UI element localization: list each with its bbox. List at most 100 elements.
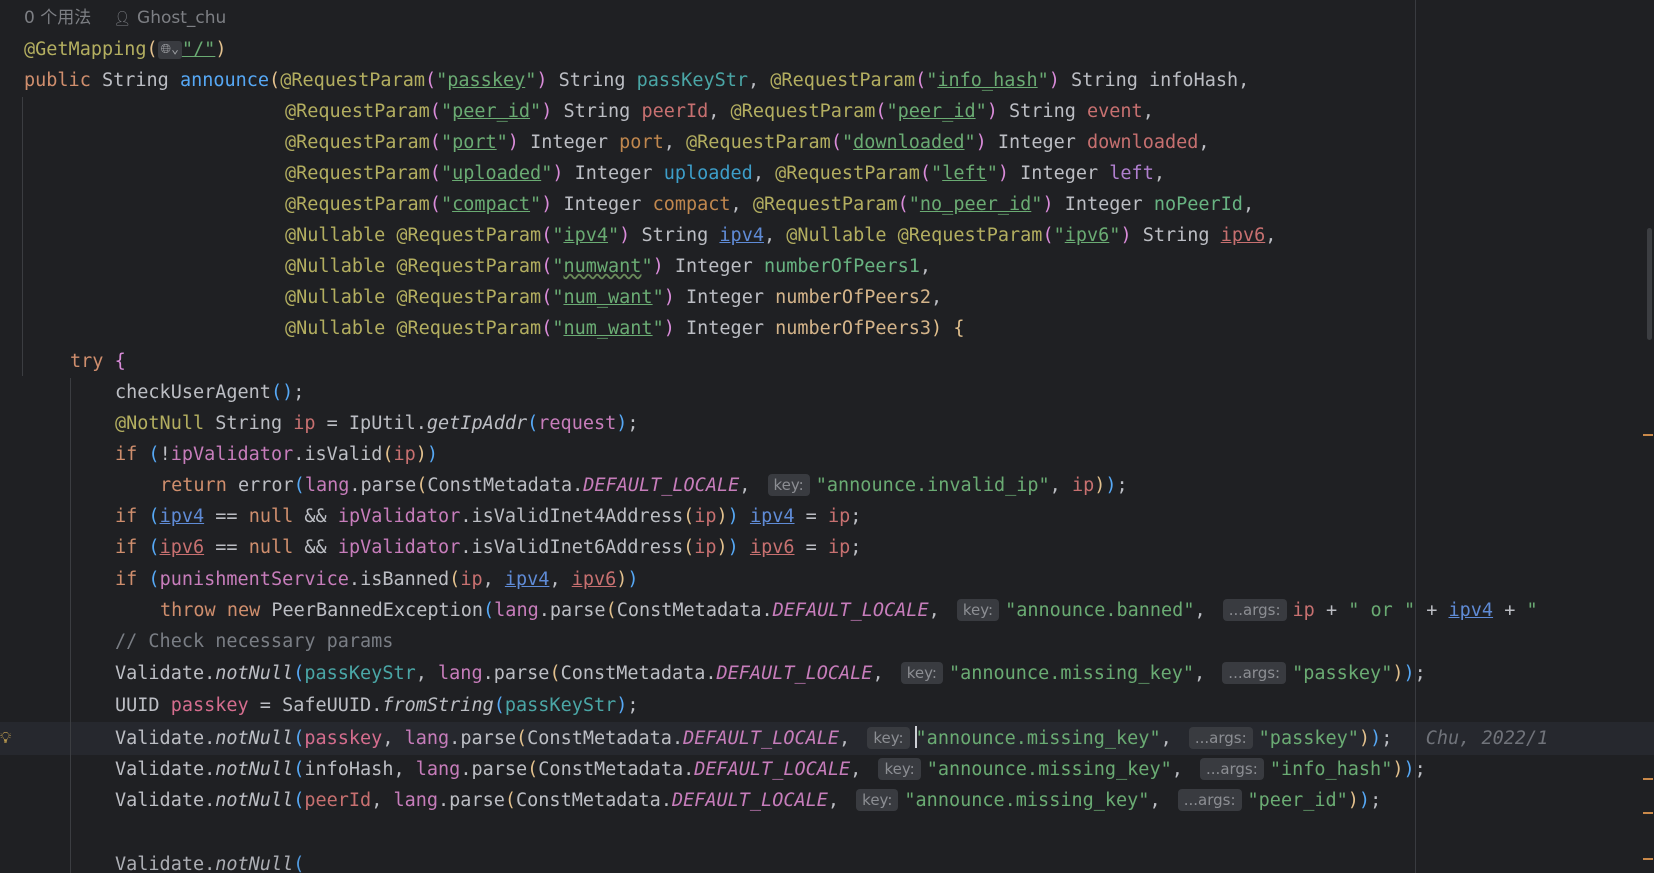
- parameter-hint[interactable]: ...args:: [1222, 599, 1287, 621]
- type-name: String: [641, 225, 709, 246]
- code-line[interactable]: throw new PeerBannedException(lang.parse…: [160, 594, 1538, 627]
- string-literal: downloaded: [853, 132, 965, 153]
- parameter-hint[interactable]: key:: [867, 727, 910, 749]
- error-stripe-mark[interactable]: [1643, 812, 1653, 814]
- code-line[interactable]: checkUserAgent();: [115, 376, 304, 409]
- code-line[interactable]: if (ipv6 == null && ipValidator.isValidI…: [115, 531, 861, 564]
- code-line[interactable]: if (!ipValidator.isValid(ip)): [115, 438, 438, 471]
- parameter: event: [1086, 101, 1143, 122]
- code-vision-hint[interactable]: 0 个用法 👤︎ Ghost_chu: [24, 2, 226, 35]
- class-name: PeerBannedException: [271, 600, 484, 621]
- vertical-scrollbar-thumb[interactable]: [1647, 228, 1652, 340]
- parameter: ipv6: [159, 537, 205, 558]
- annotation: @RequestParam: [686, 132, 831, 153]
- parameter: numberOfPeers1: [763, 256, 920, 277]
- field: lang: [304, 475, 350, 496]
- code-line[interactable]: @RequestParam("uploaded") Integer upload…: [285, 157, 1165, 190]
- parameter-hint[interactable]: key:: [878, 758, 921, 780]
- code-line[interactable]: @RequestParam("peer_id") String peerId, …: [285, 95, 1154, 128]
- type-name: String: [558, 70, 626, 91]
- method-call: parse: [471, 759, 528, 780]
- parameter-hint[interactable]: ...args:: [1222, 662, 1287, 684]
- error-stripe-mark[interactable]: [1643, 858, 1653, 860]
- type-name: String: [101, 70, 169, 91]
- comment: // Check necessary params: [115, 631, 394, 652]
- class-name: Validate: [115, 790, 205, 811]
- class-name: Validate: [115, 663, 205, 684]
- author-name[interactable]: Ghost_chu: [137, 8, 226, 28]
- inline-blame[interactable]: Chu, 2022/1: [1426, 728, 1549, 749]
- parameter-hint[interactable]: key:: [956, 599, 1000, 621]
- string-literal: uploaded: [452, 163, 542, 184]
- code-line[interactable]: @Nullable @RequestParam("numwant") Integ…: [285, 250, 931, 283]
- local-variable: ip: [393, 444, 416, 465]
- class-name: ConstMetadata: [527, 728, 672, 749]
- code-line[interactable]: // Check necessary params: [115, 625, 393, 658]
- code-line[interactable]: Validate.notNull(passKeyStr, lang.parse(…: [115, 657, 1426, 690]
- code-line[interactable]: @RequestParam("compact") Integer compact…: [285, 188, 1254, 221]
- code-editor[interactable]: 0 个用法 👤︎ Ghost_chu @GetMapping(🌐︎⌄ "/") pub…: [0, 0, 1654, 873]
- annotation: @Nullable: [786, 225, 887, 246]
- parameter-hint[interactable]: key:: [900, 662, 943, 684]
- parameter-hint[interactable]: ...args:: [1177, 789, 1242, 811]
- parameter: infoHash: [1149, 70, 1239, 91]
- code-line-current[interactable]: Validate.notNull(passkey, lang.parse(Con…: [115, 722, 1548, 755]
- field: lang: [438, 663, 483, 684]
- indent-guide: [22, 97, 23, 376]
- string-literal: " or ": [1348, 600, 1416, 621]
- globe-icon[interactable]: 🌐︎⌄: [157, 41, 182, 59]
- field: lang: [404, 728, 450, 749]
- code-line[interactable]: try {: [70, 345, 126, 378]
- method-call: getIpAddr: [426, 413, 528, 434]
- person-icon: 👤︎: [113, 11, 132, 27]
- code-line[interactable]: @GetMapping(🌐︎⌄ "/"): [24, 33, 226, 66]
- parameter-hint[interactable]: key:: [767, 474, 810, 496]
- field: punishmentService: [159, 569, 349, 590]
- annotation: @RequestParam: [396, 318, 542, 339]
- field: lang: [415, 759, 461, 780]
- string-literal: peer_id: [452, 101, 531, 122]
- error-stripe-mark[interactable]: [1643, 434, 1653, 436]
- annotation: @RequestParam: [897, 225, 1043, 246]
- string-literal: ipv4: [563, 225, 609, 246]
- code-line[interactable]: Validate.notNull(peerId, lang.parse(Cons…: [115, 784, 1381, 817]
- parameter: numberOfPeers2: [775, 287, 932, 308]
- local-variable: ip: [293, 413, 316, 434]
- error-stripe-mark[interactable]: [1643, 778, 1653, 780]
- code-line[interactable]: Validate.notNull(infoHash, lang.parse(Co…: [115, 753, 1426, 786]
- parameter: peerId: [641, 101, 709, 122]
- parameter: ipv6: [571, 569, 617, 590]
- code-line[interactable]: @Nullable @RequestParam("num_want") Inte…: [285, 281, 942, 314]
- string-literal: "announce.missing_key": [948, 663, 1195, 684]
- parameter-hint[interactable]: ...args:: [1200, 758, 1264, 780]
- method-call: parse: [549, 600, 606, 621]
- class-name: ConstMetadata: [516, 790, 661, 811]
- constant: DEFAULT_LOCALE: [683, 728, 840, 749]
- code-line[interactable]: @Nullable @RequestParam("num_want") Inte…: [285, 312, 964, 345]
- code-line[interactable]: if (punishmentService.isBanned(ip, ipv4,…: [115, 563, 639, 596]
- parameter: ipv4: [504, 569, 550, 590]
- method-call: parse: [360, 475, 417, 496]
- code-line[interactable]: @NotNull String ip = IpUtil.getIpAddr(re…: [115, 407, 639, 440]
- field: lang: [494, 600, 539, 621]
- type-name: Integer: [674, 256, 753, 277]
- parameter: infoHash: [304, 759, 394, 780]
- string-literal: port: [452, 132, 497, 153]
- class-name: ConstMetadata: [560, 663, 706, 684]
- lightbulb-icon[interactable]: 💡︎: [0, 728, 11, 748]
- annotation: @NotNull: [115, 413, 205, 434]
- usages-count[interactable]: 0 个用法: [24, 8, 91, 28]
- parameter-hint[interactable]: key:: [856, 789, 899, 811]
- code-line-partial[interactable]: Validate.notNull(: [115, 848, 304, 873]
- code-line[interactable]: UUID passkey = SafeUUID.fromString(passK…: [115, 689, 639, 722]
- parameter-hint[interactable]: ...args:: [1188, 727, 1253, 749]
- code-line[interactable]: @Nullable @RequestParam("ipv4") String i…: [285, 219, 1276, 252]
- code-line[interactable]: return error(lang.parse(ConstMetadata.DE…: [160, 469, 1128, 502]
- code-line[interactable]: if (ipv4 == null && ipValidator.isValidI…: [115, 500, 861, 533]
- type-name: Integer: [1020, 163, 1099, 184]
- parameter: left: [1109, 163, 1154, 184]
- method-name: announce: [179, 70, 270, 91]
- code-line[interactable]: @RequestParam("port") Integer port, @Req…: [285, 126, 1210, 159]
- code-line[interactable]: public String announce(@RequestParam("pa…: [24, 64, 1249, 97]
- local-variable: ip: [1292, 600, 1315, 621]
